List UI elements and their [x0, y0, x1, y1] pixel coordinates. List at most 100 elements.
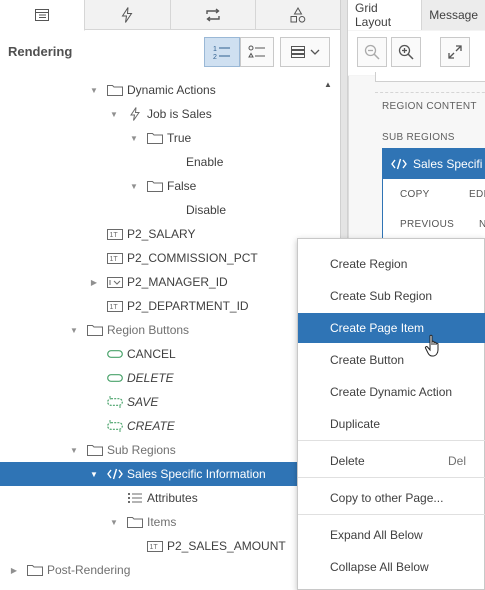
tree-node-label: True	[167, 131, 192, 145]
tab-rendering[interactable]	[0, 0, 86, 31]
button-icon	[106, 347, 124, 361]
next-slot[interactable]: N	[479, 219, 485, 230]
tree-node-p2-sales-amount[interactable]: 1T P2_SALES_AMOUNT	[0, 534, 340, 558]
zoom-out-button[interactable]	[357, 37, 387, 67]
tree-node-enable[interactable]: Enable	[0, 150, 340, 174]
tree-node-true[interactable]: ▼ True	[0, 126, 340, 150]
folder-icon	[86, 323, 104, 337]
collapse-toggle-icon[interactable]: ▼	[88, 84, 100, 96]
menu-item-create-dynamic-action[interactable]: Create Dynamic Action	[298, 377, 485, 407]
expand-button[interactable]	[440, 37, 470, 67]
tree-node-false[interactable]: ▼ False	[0, 174, 340, 198]
tree-node-region-buttons[interactable]: ▼ Region Buttons	[0, 318, 340, 342]
collapse-toggle-icon[interactable]: ▼	[88, 468, 100, 480]
collapse-toggle-icon[interactable]: ▼	[128, 132, 140, 144]
menu-item-create-page-item[interactable]: Create Page Item	[298, 313, 485, 343]
expand-toggle-icon[interactable]: ▶	[88, 276, 100, 288]
tree-node-items[interactable]: ▼ Items	[0, 510, 340, 534]
numbered-list-icon: 12	[213, 46, 230, 60]
toggle-spacer	[168, 156, 180, 168]
tab-dynamic-actions[interactable]	[85, 0, 171, 30]
edit-slot[interactable]: EDI	[469, 189, 485, 200]
menu-item-label: Delete	[330, 454, 365, 468]
svg-text:1T: 1T	[110, 232, 119, 239]
zoom-in-button[interactable]	[391, 37, 421, 67]
tree-node-p2-salary[interactable]: 1T P2_SALARY	[0, 222, 340, 246]
tree-node-label: CANCEL	[127, 347, 176, 361]
menu-item-create-sub-region[interactable]: Create Sub Region	[298, 281, 485, 311]
previous-slot[interactable]: PREVIOUS	[400, 219, 454, 230]
tree-node-p2-department-id[interactable]: 1T P2_DEPARTMENT_ID	[0, 294, 340, 318]
menu-item-label: Create Button	[330, 353, 405, 367]
expand-toggle-icon[interactable]: ▶	[8, 564, 20, 576]
tree-node-p2-commission-pct[interactable]: 1T P2_COMMISSION_PCT	[0, 246, 340, 270]
tree-node-create[interactable]: CREATE	[0, 414, 340, 438]
tree-node-label: SAVE	[127, 395, 159, 409]
view-tree-button[interactable]: 12	[204, 37, 240, 67]
tree-node-label: P2_COMMISSION_PCT	[127, 251, 258, 265]
tab-grid-layout[interactable]: Grid Layout	[348, 0, 423, 30]
tree-node-p2-manager-id[interactable]: ▶ P2_MANAGER_ID	[0, 270, 340, 294]
toggle-spacer	[88, 420, 100, 432]
tree-node-sub-regions[interactable]: ▼ Sub Regions	[0, 438, 340, 462]
menu-item-delete[interactable]: Delete Del	[298, 446, 485, 476]
tree-node-label: Disable	[186, 203, 227, 217]
menu-item-expand-all-below[interactable]: Expand All Below	[298, 520, 485, 550]
context-menu: Create Region Create Sub Region Create Pag…	[297, 238, 485, 590]
collapse-toggle-icon[interactable]: ▼	[108, 108, 120, 120]
folder-icon	[146, 179, 164, 193]
tree-node-label: Sub Regions	[107, 443, 176, 457]
svg-text:1: 1	[213, 46, 217, 53]
tab-messages[interactable]: Message	[422, 0, 485, 30]
tree-node-cancel[interactable]: CANCEL	[0, 342, 340, 366]
menu-item-copy-to-other-page[interactable]: Copy to other Page...	[298, 483, 485, 513]
menu-item-create-button[interactable]: Create Button	[298, 345, 485, 375]
region-content-label: REGION CONTENT	[382, 101, 477, 112]
tree-node-sales-specific-information[interactable]: ▼ Sales Specific Information	[0, 462, 340, 486]
menu-item-create-region[interactable]: Create Region	[298, 249, 485, 279]
sub-region-header[interactable]: Sales Specifi	[383, 149, 485, 179]
folder-icon	[146, 131, 164, 145]
menu-item-duplicate[interactable]: Duplicate	[298, 409, 485, 439]
collapse-toggle-icon[interactable]: ▼	[108, 516, 120, 528]
tree-node-attributes[interactable]: Attributes	[0, 486, 340, 510]
menu-item-label: Duplicate	[330, 417, 381, 431]
tree-node-label: Job is Sales	[147, 107, 212, 121]
tree-node-delete[interactable]: DELETE	[0, 366, 340, 390]
menu-icon	[290, 46, 305, 58]
collapse-toggle-icon[interactable]: ▼	[128, 180, 140, 192]
tree-node-label: P2_MANAGER_ID	[127, 275, 228, 289]
toggle-spacer	[88, 228, 100, 240]
collapse-toggle-icon[interactable]: ▼	[68, 444, 80, 456]
code-icon	[106, 467, 124, 481]
toggle-spacer	[88, 348, 100, 360]
menu-separator	[298, 440, 485, 441]
tree-node-save[interactable]: SAVE	[0, 390, 340, 414]
menu-button[interactable]	[280, 37, 330, 67]
tree-node-disable[interactable]: Disable	[0, 198, 340, 222]
tab-shared-components[interactable]	[256, 0, 340, 30]
sub-region-title: Sales Specifi	[413, 157, 483, 171]
copy-slot[interactable]: COPY	[400, 189, 430, 200]
svg-text:1T: 1T	[110, 256, 119, 263]
tab-processing[interactable]	[171, 0, 256, 30]
tree-icon	[35, 9, 50, 21]
grouped-list-icon	[248, 45, 265, 58]
folder-icon	[126, 515, 144, 529]
collapse-toggle-icon[interactable]: ▼	[68, 324, 80, 336]
toggle-spacer	[88, 396, 100, 408]
menu-item-label: Create Dynamic Action	[330, 385, 453, 399]
lightning-icon	[121, 7, 133, 23]
menu-separator	[298, 477, 485, 478]
menu-item-collapse-all-below[interactable]: Collapse All Below	[298, 552, 485, 582]
scroll-up-arrow-icon[interactable]: ▲	[324, 80, 332, 89]
loop-icon	[205, 8, 220, 22]
tree-node-label: P2_DEPARTMENT_ID	[127, 299, 249, 313]
tree-node-dynamic-actions[interactable]: ▼ Dynamic Actions	[0, 78, 340, 102]
tree-node-job-is-sales[interactable]: ▼ Job is Sales	[0, 102, 340, 126]
tree-node-post-rendering[interactable]: ▶ Post-Rendering	[0, 558, 340, 582]
zoom-in-icon	[398, 44, 414, 60]
button-conditional-icon	[106, 395, 124, 409]
view-grouped-button[interactable]	[240, 37, 274, 67]
tree-node-label: Region Buttons	[107, 323, 190, 337]
